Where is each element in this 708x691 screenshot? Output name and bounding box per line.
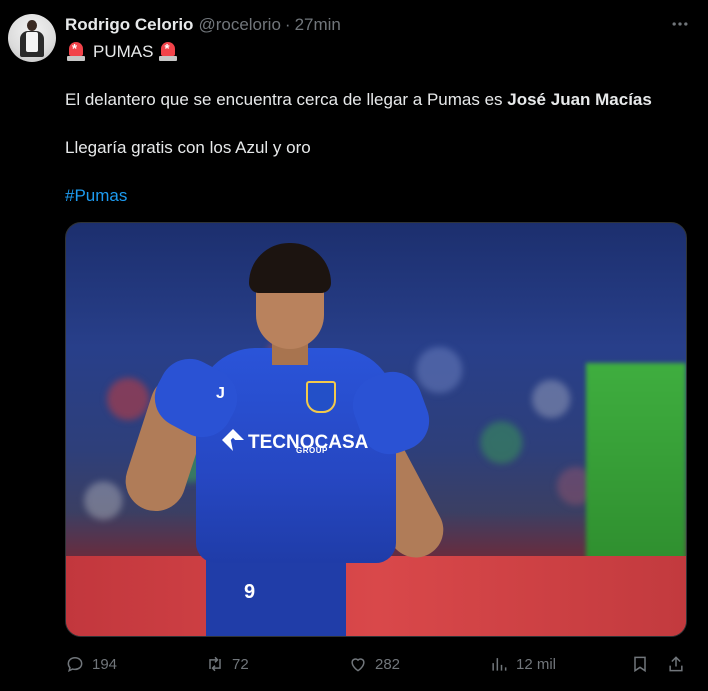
tweet-time[interactable]: 27min [295, 15, 341, 35]
player-figure: J TECNOCASA GROUP 9 [66, 223, 686, 636]
views-button[interactable]: 12 mil [489, 650, 556, 678]
siren-icon [67, 41, 85, 62]
retweet-count: 72 [232, 655, 249, 673]
reply-count: 194 [92, 655, 118, 673]
tweet-header: Rodrigo Celorio @rocelorio · 27min [65, 14, 688, 36]
avatar-shirt [26, 32, 38, 52]
share-icon [669, 656, 683, 672]
tweet-text-line-2: Llegaría gratis con los Azul y oro [65, 138, 311, 157]
bookmark-button[interactable] [630, 650, 650, 678]
views-count: 12 mil [516, 655, 557, 673]
hashtag-link[interactable]: #Pumas [65, 186, 127, 206]
avatar[interactable] [8, 14, 56, 62]
reply-button[interactable]: 194 [65, 650, 117, 678]
sponsor-logo-icon [222, 429, 244, 451]
tweet-heading: PUMAS [93, 42, 154, 61]
club-crest-icon [306, 381, 336, 413]
tweet-text-prefix: El delantero que se encuentra cerca de l… [65, 90, 508, 109]
player-hair [249, 243, 331, 293]
tweet-text-bold-name: José Juan Macías [507, 90, 652, 109]
author-handle[interactable]: @rocelorio [198, 15, 280, 35]
shorts-number: 9 [244, 581, 256, 603]
reply-icon [67, 656, 83, 673]
avatar-head [27, 20, 37, 31]
tweet-heading-line: PUMAS [65, 40, 181, 64]
tweet-card[interactable]: Rodrigo Celorio @rocelorio · 27min PUMAS… [0, 0, 708, 691]
share-button[interactable] [666, 650, 686, 678]
sponsor-subtext: GROUP [296, 446, 328, 455]
siren-icon [159, 41, 178, 62]
separator-dot: · [284, 15, 291, 34]
bookmark-icon [634, 656, 646, 673]
tweet-actions: 194 72 282 12 mil [65, 650, 688, 678]
kit-brand-logo: J [216, 385, 225, 402]
more-icon[interactable] [670, 14, 690, 39]
like-count: 282 [375, 655, 401, 673]
heart-icon [351, 658, 365, 672]
like-button[interactable]: 282 [348, 650, 400, 678]
tweet-text-line-1: El delantero que se encuentra cerca de l… [65, 90, 652, 110]
retweet-button[interactable]: 72 [205, 650, 249, 678]
author-name[interactable]: Rodrigo Celorio [65, 15, 193, 35]
tweet-media-image[interactable]: J TECNOCASA GROUP 9 [65, 222, 687, 637]
retweet-icon [209, 656, 221, 672]
views-icon [492, 658, 507, 671]
